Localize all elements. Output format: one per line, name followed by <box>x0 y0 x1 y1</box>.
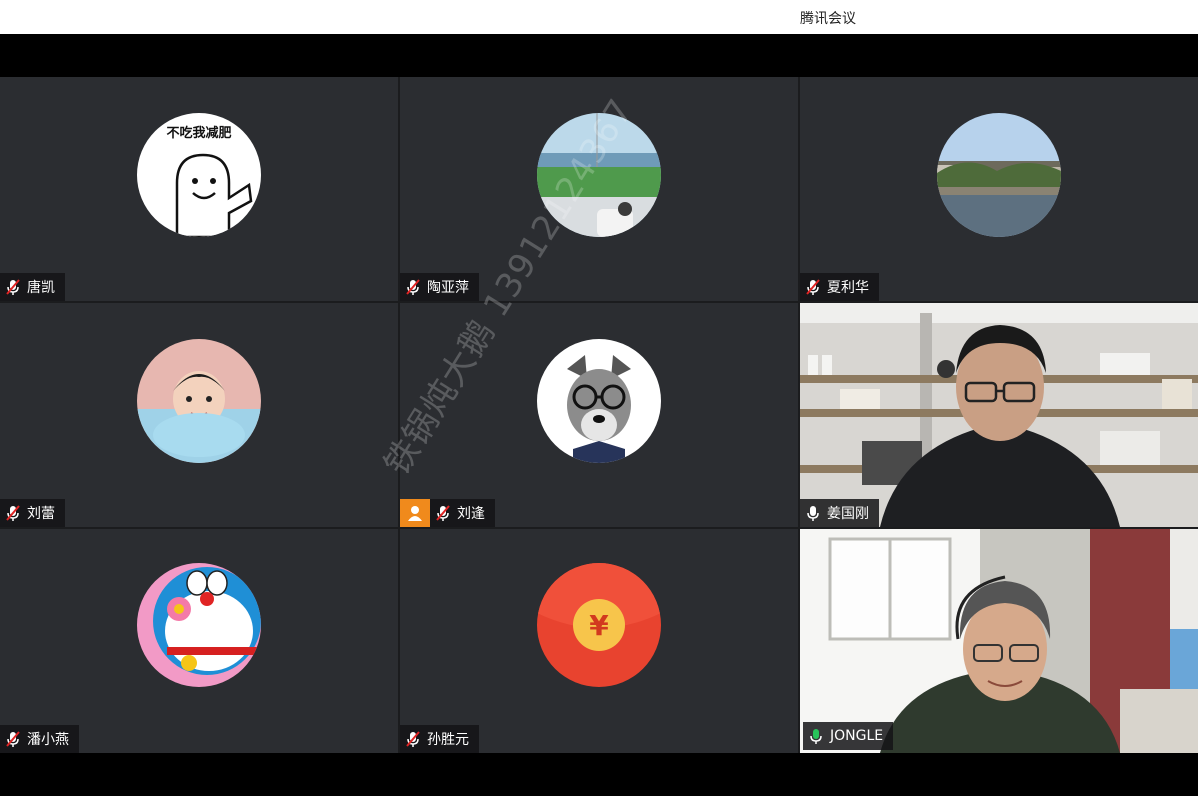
bottom-toolbar <box>0 753 1198 796</box>
window-titlebar: 腾讯会议 <box>0 0 1198 34</box>
child-photo-avatar <box>137 339 261 463</box>
name-label: 潘小燕 <box>0 725 79 753</box>
mic-muted-icon[interactable] <box>404 278 422 296</box>
mic-muted-icon[interactable] <box>404 730 422 748</box>
mic-muted-icon[interactable] <box>804 278 822 296</box>
mic-muted-icon[interactable] <box>4 504 22 522</box>
participant-name: 夏利华 <box>827 280 869 296</box>
participant-name: 唐凯 <box>27 280 55 296</box>
name-label: 唐凯 <box>0 273 65 301</box>
participant-name: 陶亚萍 <box>427 280 469 296</box>
beach-resort-avatar <box>537 113 661 237</box>
mic-muted-icon[interactable] <box>434 504 452 522</box>
name-label: 孙胜元 <box>400 725 479 753</box>
participant-name: 姜国刚 <box>827 506 869 522</box>
avatar-caption: 不吃我减肥 <box>166 125 231 141</box>
meme-face-avatar: 不吃我减肥 <box>137 113 261 237</box>
name-label: 刘蕾 <box>0 499 65 527</box>
participant-tile-active-speaker[interactable]: JONGLE <box>800 529 1198 753</box>
participant-tile[interactable]: ¥ 孙胜元 <box>400 529 798 753</box>
participant-name: 潘小燕 <box>27 732 69 748</box>
participant-name: 刘蕾 <box>27 506 55 522</box>
video-feed <box>800 303 1198 527</box>
participant-grid: 不吃我减肥 唐凯 陶亚萍 夏利华 刘蕾 刘逢 姜国刚 潘小燕 ¥ 孙胜元 JON… <box>0 77 1198 753</box>
dog-with-glasses-avatar <box>537 339 661 463</box>
currency-symbol: ¥ <box>589 609 609 642</box>
name-label: 姜国刚 <box>800 499 879 527</box>
mic-muted-icon[interactable] <box>4 730 22 748</box>
user-icon <box>400 499 430 527</box>
window-title: 腾讯会议 <box>800 11 856 27</box>
river-town-avatar <box>937 113 1061 237</box>
red-envelope-avatar: ¥ <box>537 563 661 687</box>
mic-on-icon[interactable] <box>804 504 822 522</box>
top-toolbar <box>0 34 1198 77</box>
mic-muted-icon[interactable] <box>4 278 22 296</box>
participant-tile[interactable]: 潘小燕 <box>0 529 398 753</box>
name-label: 刘逢 <box>430 499 495 527</box>
participant-tile[interactable]: 刘逢 <box>400 303 798 527</box>
participant-name: 刘逢 <box>457 506 485 522</box>
participant-name: JONGLE <box>830 728 884 744</box>
participant-name: 孙胜元 <box>427 732 469 748</box>
mic-speaking-icon[interactable] <box>807 727 825 745</box>
name-label: 夏利华 <box>800 273 879 301</box>
participant-tile[interactable]: 不吃我减肥 唐凯 <box>0 77 398 301</box>
participant-tile[interactable]: 姜国刚 <box>800 303 1198 527</box>
name-label: 陶亚萍 <box>400 273 479 301</box>
video-feed <box>800 529 1198 753</box>
name-label: JONGLE <box>803 722 894 750</box>
participant-tile[interactable]: 夏利华 <box>800 77 1198 301</box>
participant-tile[interactable]: 陶亚萍 <box>400 77 798 301</box>
participant-tile[interactable]: 刘蕾 <box>0 303 398 527</box>
doraemon-avatar <box>137 563 261 687</box>
